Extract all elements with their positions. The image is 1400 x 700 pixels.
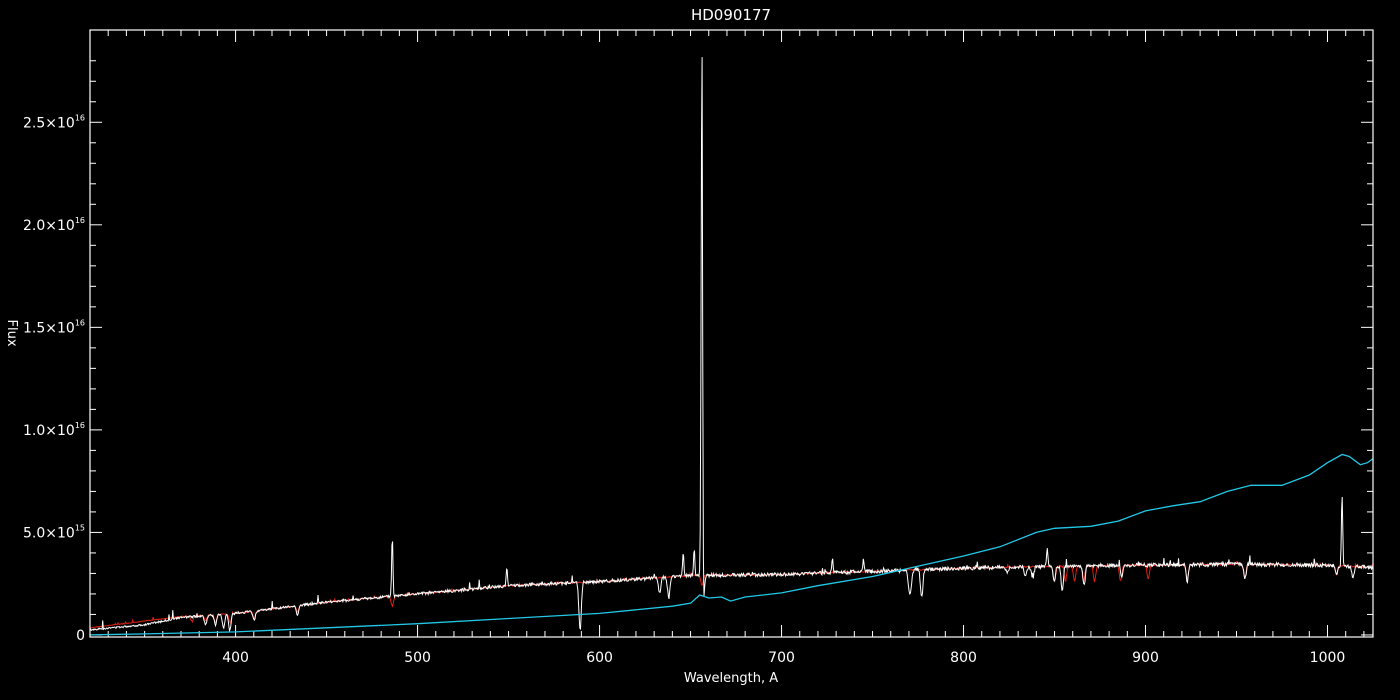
- x-tick-label: 500: [404, 650, 431, 666]
- x-axis-label: Wavelength, A: [684, 671, 778, 686]
- y-axis-label: Flux: [4, 319, 19, 346]
- x-tick-label: 400: [222, 650, 249, 666]
- x-tick-label: 900: [1132, 650, 1159, 666]
- x-tick-label: 1000: [1310, 650, 1346, 666]
- x-tick-label: 700: [768, 650, 795, 666]
- chart-title: HD090177: [691, 6, 771, 24]
- x-tick-label: 600: [586, 650, 613, 666]
- x-tick-label: 800: [950, 650, 977, 666]
- spectrum-chart: 400 500 600 700 800 900 100005.0×10151.0×10161…: [0, 0, 1400, 700]
- y-tick-label: 0: [76, 628, 85, 644]
